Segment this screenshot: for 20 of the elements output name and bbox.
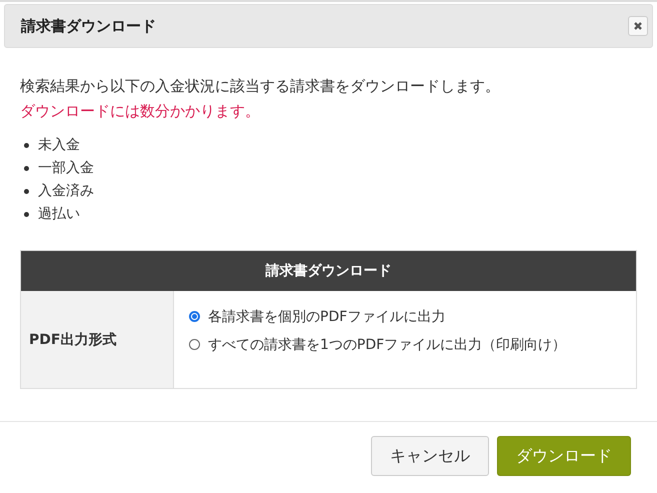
radio-button[interactable]	[189, 311, 200, 322]
radio-label[interactable]: すべての請求書を1つのPDFファイルに出力（印刷向け）	[208, 336, 566, 354]
bullet-icon	[24, 143, 29, 148]
bullet-icon	[24, 166, 29, 171]
table-heading: 請求書ダウンロード	[21, 251, 636, 291]
status-item: 過払い	[38, 205, 80, 224]
radio-label[interactable]: 各請求書を個別のPDFファイルに出力	[208, 308, 446, 326]
radio-button[interactable]	[189, 339, 200, 350]
bullet-icon	[24, 212, 29, 217]
status-item: 未入金	[38, 136, 80, 155]
bullet-icon	[24, 189, 29, 194]
description-text: 検索結果から以下の入金状況に該当する請求書をダウンロードします。	[20, 76, 501, 97]
close-icon	[633, 21, 643, 31]
warning-text: ダウンロードには数分かかります。	[20, 101, 261, 122]
cancel-button[interactable]: キャンセル	[371, 436, 489, 476]
status-item: 入金済み	[38, 182, 94, 201]
field-label: PDF出力形式	[21, 291, 174, 388]
dialog-title: 請求書ダウンロード	[21, 16, 156, 36]
close-button[interactable]	[628, 16, 648, 36]
status-item: 一部入金	[38, 159, 94, 178]
